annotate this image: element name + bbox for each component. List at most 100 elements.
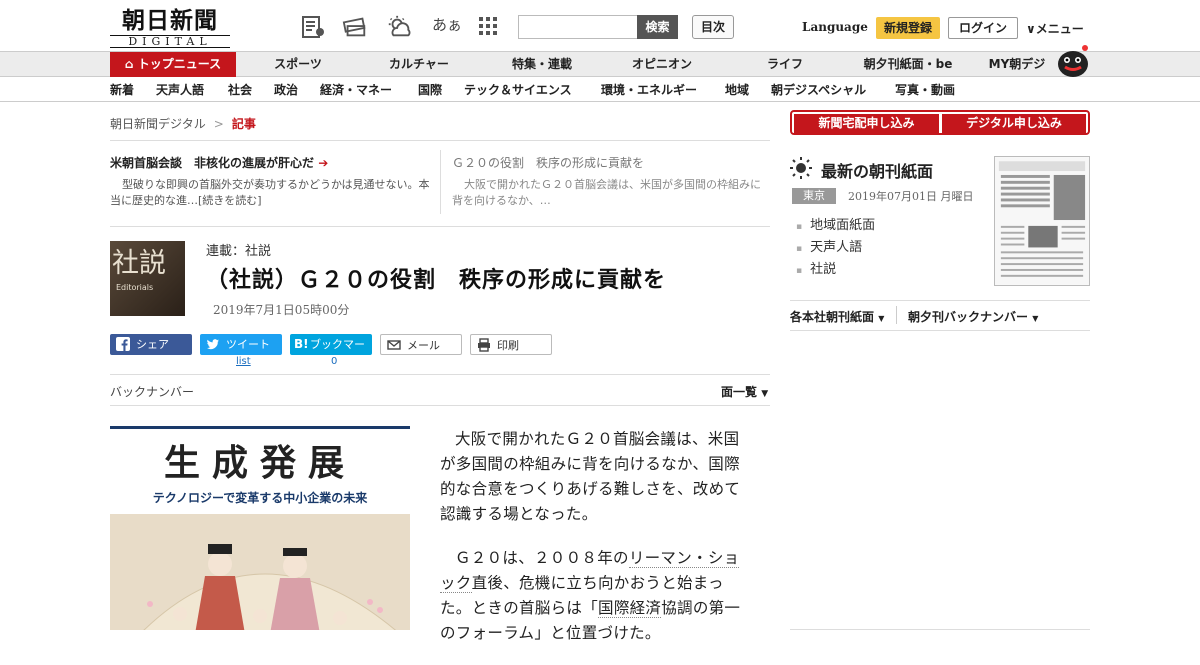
backnumber-dropdown[interactable]: 朝夕刊バックナンバー ▼ bbox=[908, 308, 1038, 325]
arrow-right-icon: ➔ bbox=[318, 156, 329, 170]
related-article[interactable]: Ｇ２０の役割 秩序の形成に貢献を 大阪で開かれたＧ２０首脳会議は、米国が多国間の… bbox=[452, 155, 767, 209]
breadcrumb-current: 記事 bbox=[231, 117, 256, 131]
facebook-share-button[interactable]: シェア bbox=[110, 334, 192, 355]
site-logo[interactable]: 朝日新聞 DIGITAL bbox=[110, 8, 230, 48]
search-input[interactable] bbox=[518, 15, 638, 39]
newspaper-frontpage-thumbnail[interactable] bbox=[994, 156, 1090, 286]
article-date: 2019年7月1日05時00分 bbox=[213, 303, 350, 317]
ticket-icon[interactable] bbox=[342, 14, 368, 40]
hatena-bookmark-button[interactable]: B! ブックマーク bbox=[290, 334, 372, 372]
related-desc: 大阪で開かれたＧ２０首脳会議は、米国が多国間の枠組みに背を向けるなか、… bbox=[452, 178, 761, 207]
related-article[interactable]: 米朝首脳会談 非核化の進展が肝心だ ➔ 型破りな即興の首脳外交が奏功するかどうか… bbox=[110, 155, 430, 209]
nav2-politics[interactable]: 政治 bbox=[274, 78, 298, 102]
paper-link-tenseijingo[interactable]: 天声人語 bbox=[796, 236, 862, 255]
nav2-region[interactable]: 地域 bbox=[725, 78, 749, 102]
related-title: 米朝首脳会談 非核化の進展が肝心だ bbox=[110, 156, 315, 170]
nav2-economy[interactable]: 経済・マネー bbox=[320, 78, 392, 102]
login-button[interactable]: ログイン bbox=[948, 17, 1018, 39]
print-button[interactable]: 印刷 bbox=[470, 334, 552, 355]
breadcrumb-root[interactable]: 朝日新聞デジタル bbox=[110, 117, 206, 131]
nav-opinion[interactable]: オピニオン bbox=[620, 52, 704, 77]
site-header: 朝日新聞 DIGITAL あぁ 検索 目次 Language 新規登録 ログイン… bbox=[0, 0, 1200, 52]
divider bbox=[440, 150, 441, 214]
breadcrumb-separator: > bbox=[213, 117, 224, 131]
register-button[interactable]: 新規登録 bbox=[876, 17, 940, 39]
language-link[interactable]: Language bbox=[802, 20, 868, 34]
caret-down-icon: ▼ bbox=[878, 314, 885, 323]
hatena-count: 0 bbox=[331, 356, 338, 367]
nav-label: トップニュース bbox=[137, 57, 222, 71]
dropdown-label: 朝夕刊バックナンバー bbox=[908, 310, 1029, 324]
paper-link-editorial[interactable]: 社説 bbox=[796, 258, 836, 277]
digital-subscribe-button[interactable]: デジタル申し込み bbox=[942, 114, 1086, 133]
sun-icon bbox=[790, 157, 812, 179]
weather-icon[interactable] bbox=[386, 14, 412, 40]
divider bbox=[110, 374, 770, 375]
twitter-share-button[interactable]: ツイート bbox=[200, 334, 282, 355]
nav2-society[interactable]: 社会 bbox=[228, 78, 252, 102]
caret-down-icon: ▼ bbox=[761, 389, 769, 399]
article-paragraph: 大阪で開かれたＧ２０首脳会議は、米国が多国間の枠組みに背を向けるなか、国際的な合… bbox=[440, 430, 741, 523]
menu-button[interactable]: ∨メニュー bbox=[1026, 20, 1084, 37]
facebook-icon bbox=[116, 337, 130, 351]
nav-sports[interactable]: スポーツ bbox=[258, 52, 338, 77]
thumbnail-sub: Editorials bbox=[116, 283, 154, 292]
hatena-label: ブックマーク bbox=[310, 338, 365, 372]
dropdown-label: 各本社朝刊紙面 bbox=[790, 310, 875, 324]
font-size-toggle[interactable]: あぁ bbox=[432, 14, 462, 35]
twitter-label: ツイート bbox=[226, 338, 270, 351]
newspaper-icon[interactable] bbox=[300, 14, 326, 40]
pagelist-dropdown[interactable]: 面一覧 ▼ bbox=[721, 383, 768, 400]
divider bbox=[110, 405, 770, 406]
paper-link-region[interactable]: 地域面紙面 bbox=[796, 214, 875, 233]
print-icon bbox=[478, 338, 490, 352]
related-desc: 型破りな即興の首脳外交が奏功するかどうかは見通せない。本当に歴史的な進…[続きを… bbox=[110, 178, 430, 207]
series-label[interactable]: 連載：社説 bbox=[206, 240, 271, 259]
mascot-icon[interactable] bbox=[1055, 42, 1091, 78]
related-title: Ｇ２０の役割 秩序の形成に貢献を bbox=[452, 156, 645, 170]
nav2-environment[interactable]: 環境・エネルギー bbox=[601, 78, 697, 102]
toc-button[interactable]: 目次 bbox=[692, 15, 734, 39]
nav-culture[interactable]: カルチャー bbox=[377, 52, 461, 77]
regional-paper-dropdown[interactable]: 各本社朝刊紙面 ▼ bbox=[790, 308, 884, 325]
nav-features[interactable]: 特集・連載 bbox=[500, 52, 584, 77]
caret-down-icon: ▼ bbox=[1032, 314, 1039, 323]
backnumber-label[interactable]: バックナンバー bbox=[110, 383, 194, 400]
editorial-thumbnail: 社説 Editorials bbox=[110, 241, 185, 316]
nav2-tech[interactable]: テック＆サイエンス bbox=[464, 78, 572, 102]
nav2-photo[interactable]: 写真・動画 bbox=[895, 78, 955, 102]
logo-main-text: 朝日新聞 bbox=[122, 7, 218, 34]
mail-icon bbox=[387, 340, 401, 350]
search-button[interactable]: 検索 bbox=[637, 15, 678, 39]
article-body: 大阪で開かれたＧ２０首脳会議は、米国が多国間の枠組みに背を向けるなか、国際的な合… bbox=[440, 427, 750, 665]
ad-subtitle: テクノロジーで変革する中小企業の未来 bbox=[152, 491, 368, 505]
delivery-subscribe-button[interactable]: 新聞宅配申し込み bbox=[794, 114, 939, 133]
nav2-special[interactable]: 朝デジスペシャル bbox=[771, 78, 866, 102]
nav-top-news[interactable]: ⌂ トップニュース bbox=[110, 52, 236, 77]
nav2-tenseijingo[interactable]: 天声人語 bbox=[156, 78, 204, 102]
ad-title: 生成発展 bbox=[163, 442, 356, 484]
city-badge: 東京 bbox=[792, 188, 836, 204]
secondary-nav: 新着 天声人語 社会 政治 経済・マネー 国際 テック＆サイエンス 環境・エネル… bbox=[0, 78, 1200, 102]
nav2-new[interactable]: 新着 bbox=[110, 78, 134, 102]
pagelist-label: 面一覧 bbox=[721, 385, 758, 399]
divider bbox=[896, 306, 897, 324]
nav-my-asahi[interactable]: MY朝デジ bbox=[982, 52, 1052, 77]
nav-life[interactable]: ライフ bbox=[745, 52, 825, 77]
twitter-count[interactable]: list bbox=[236, 356, 251, 367]
mail-label: メール bbox=[407, 339, 440, 352]
advertisement[interactable]: 生成発展 テクノロジーで変革する中小企業の未来 bbox=[110, 426, 410, 630]
subscribe-box: 新聞宅配申し込み デジタル申し込み bbox=[790, 110, 1090, 135]
divider bbox=[110, 140, 770, 141]
keyword-link[interactable]: 国際経済 bbox=[598, 599, 662, 618]
hatena-icon: B! bbox=[294, 337, 309, 351]
grid-menu-icon[interactable] bbox=[478, 16, 498, 36]
divider bbox=[110, 226, 770, 227]
chevron-down-icon: ∨ bbox=[1026, 22, 1036, 36]
mail-button[interactable]: メール bbox=[380, 334, 462, 355]
ad-image bbox=[110, 514, 410, 630]
nav2-international[interactable]: 国際 bbox=[418, 78, 442, 102]
facebook-label: シェア bbox=[136, 338, 169, 351]
divider bbox=[790, 300, 1090, 301]
nav-paper[interactable]: 朝夕刊紙面・be bbox=[856, 52, 960, 77]
